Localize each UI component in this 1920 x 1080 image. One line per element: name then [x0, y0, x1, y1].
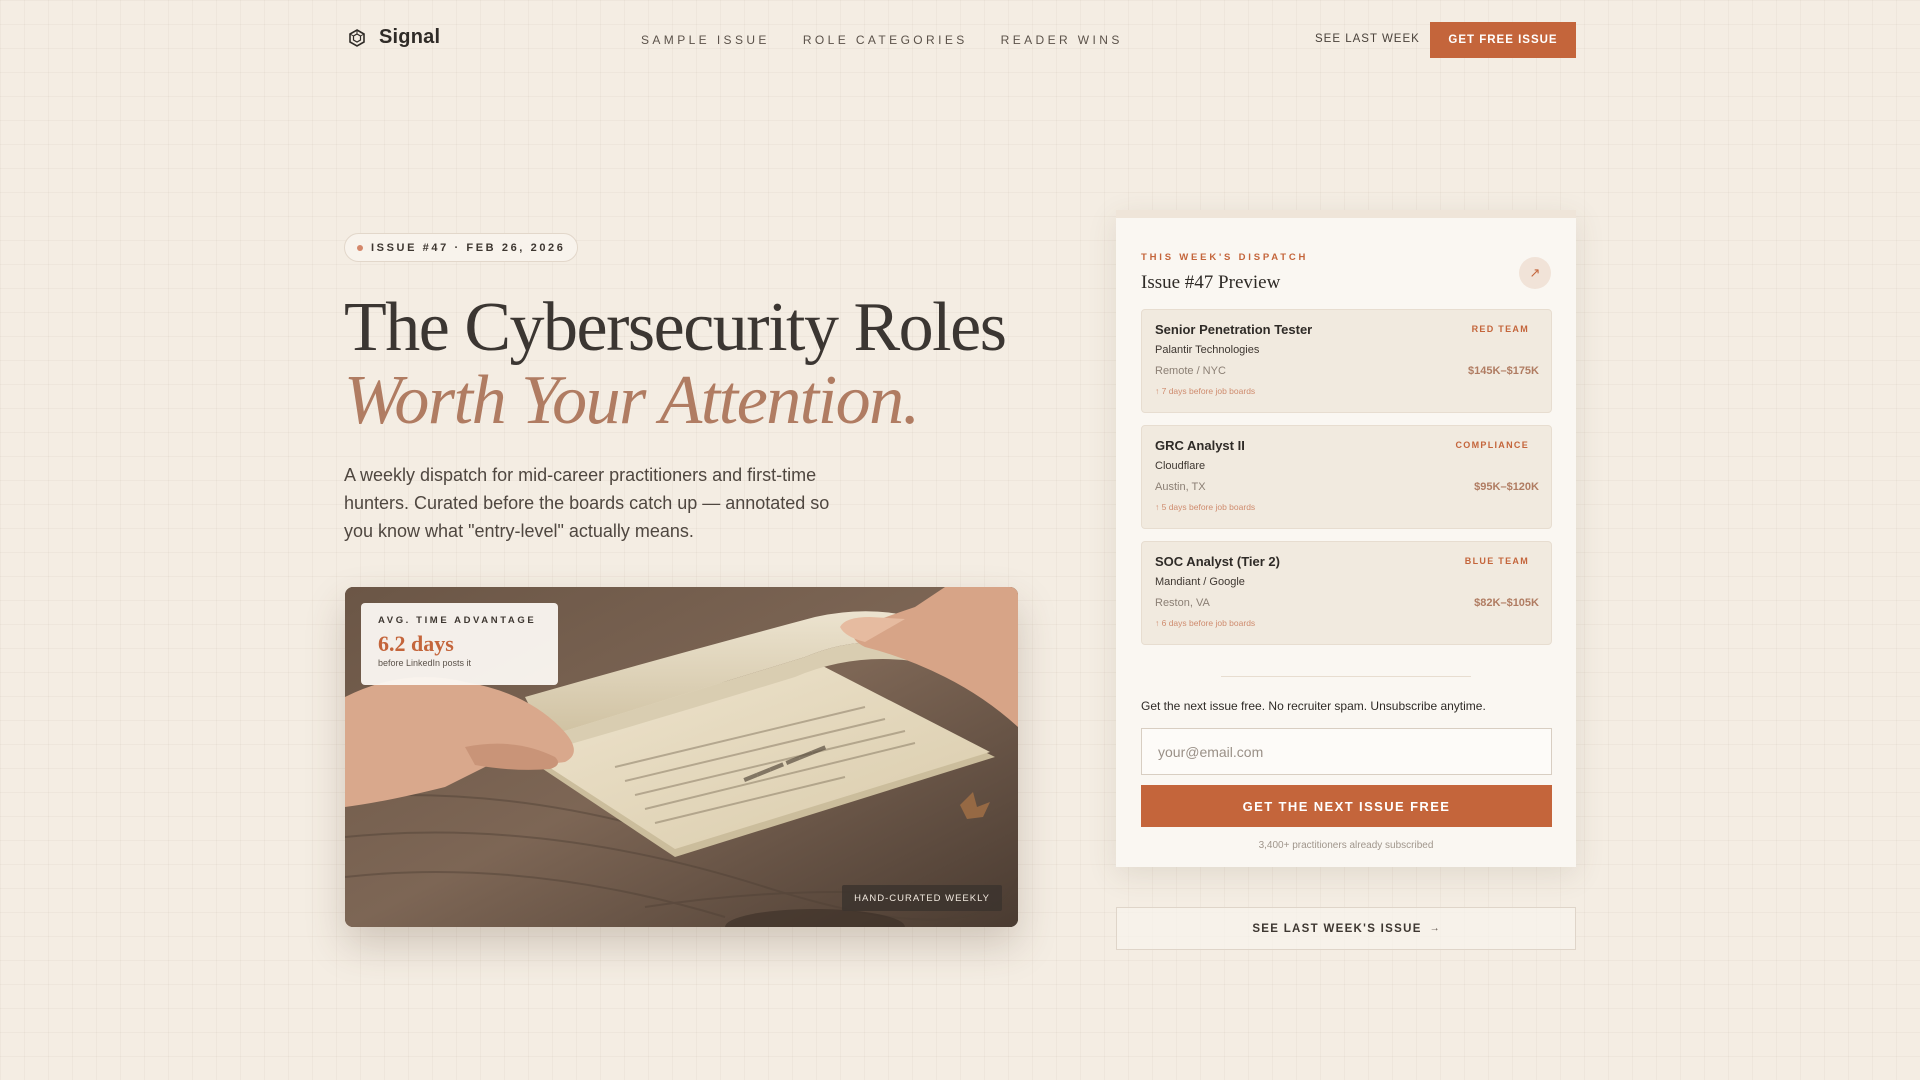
- job-card[interactable]: SOC Analyst (Tier 2) BLUE TEAM Mandiant …: [1141, 541, 1552, 645]
- job-card[interactable]: Senior Penetration Tester RED TEAM Palan…: [1141, 309, 1552, 413]
- hero-title-accent: Worth Your Attention.: [344, 362, 920, 439]
- subscriber-count: 3,400+ practitioners already subscribed: [1258, 840, 1434, 851]
- card-eyebrow: THIS WEEK'S DISPATCH: [1141, 252, 1309, 263]
- see-last-week-link[interactable]: SEE LAST WEEK: [1315, 33, 1420, 45]
- hero-photo: ▬▬▬ ▬▬▬ AVG. TIME ADVANTAGE 6.2 days bef…: [345, 587, 1018, 927]
- issue-pill: ISSUE #47 · FEB 26, 2026: [344, 233, 579, 262]
- job-tag: BLUE TEAM: [1464, 556, 1529, 566]
- arrow-right-icon: →: [1429, 923, 1440, 934]
- job-lead-time: ↑ 6 days before job boards: [1155, 618, 1256, 628]
- job-card[interactable]: GRC Analyst II COMPLIANCE Cloudflare Aus…: [1141, 425, 1552, 529]
- job-tag: RED TEAM: [1471, 324, 1529, 334]
- photo-tag: HAND-CURATED WEEKLY: [842, 885, 1002, 911]
- job-location: Remote / NYC: [1155, 365, 1226, 377]
- job-title: GRC Analyst II: [1155, 438, 1245, 453]
- arrow-up-right-icon[interactable]: ↗: [1519, 257, 1551, 289]
- job-lead-time: ↑ 7 days before job boards: [1155, 386, 1256, 396]
- nav-link-role-categories[interactable]: ROLE CATEGORIES: [803, 33, 968, 47]
- issue-pill-text: ISSUE #47 · FEB 26, 2026: [371, 241, 566, 254]
- brand[interactable]: Signal: [347, 26, 440, 49]
- hero-title: The Cybersecurity Roles: [344, 289, 1007, 366]
- nav-links: SAMPLE ISSUE ROLE CATEGORIES READER WINS: [641, 33, 1123, 47]
- job-location: Austin, TX: [1155, 481, 1206, 493]
- job-company: Mandiant / Google: [1155, 576, 1245, 588]
- hexagon-logo-icon: [347, 28, 367, 48]
- hero-subtitle: A weekly dispatch for mid-career practit…: [344, 465, 830, 541]
- stat-label: AVG. TIME ADVANTAGE: [378, 615, 537, 626]
- status-dot-icon: [357, 244, 363, 251]
- nav-link-reader-wins[interactable]: READER WINS: [1001, 33, 1123, 47]
- brand-name: Signal: [379, 26, 441, 48]
- job-company: Palantir Technologies: [1155, 344, 1260, 356]
- job-pay: $95K–$120K: [1474, 481, 1539, 493]
- signup-cta-text: Get the next issue free. No recruiter sp…: [1141, 699, 1486, 713]
- job-tag: COMPLIANCE: [1455, 440, 1529, 450]
- job-pay: $82K–$105K: [1474, 597, 1539, 609]
- issue-preview-card: THIS WEEK'S DISPATCH Issue #47 Preview ↗…: [1116, 210, 1576, 867]
- job-company: Cloudflare: [1155, 460, 1206, 472]
- card-title: Issue #47 Preview: [1141, 272, 1281, 293]
- see-last-weeks-issue-button[interactable]: SEE LAST WEEK'S ISSUE →: [1116, 907, 1576, 950]
- job-pay: $145K–$175K: [1468, 365, 1539, 377]
- nav-link-sample-issue[interactable]: SAMPLE ISSUE: [641, 33, 770, 47]
- stat-card: AVG. TIME ADVANTAGE 6.2 days before Link…: [361, 603, 558, 685]
- job-title: SOC Analyst (Tier 2): [1155, 554, 1280, 569]
- email-field[interactable]: [1141, 728, 1552, 775]
- job-lead-time: ↑ 5 days before job boards: [1155, 502, 1256, 512]
- get-next-issue-button[interactable]: GET THE NEXT ISSUE FREE: [1141, 785, 1552, 827]
- divider: [1221, 676, 1471, 677]
- stat-value: 6.2 days: [378, 631, 454, 656]
- get-free-issue-button[interactable]: GET FREE ISSUE: [1430, 22, 1576, 58]
- job-location: Reston, VA: [1155, 597, 1210, 609]
- last-issue-label: SEE LAST WEEK'S ISSUE: [1252, 922, 1422, 935]
- top-nav: Signal SAMPLE ISSUE ROLE CATEGORIES READ…: [0, 0, 1920, 80]
- stat-note: before LinkedIn posts it: [378, 658, 472, 668]
- job-title: Senior Penetration Tester: [1155, 322, 1313, 337]
